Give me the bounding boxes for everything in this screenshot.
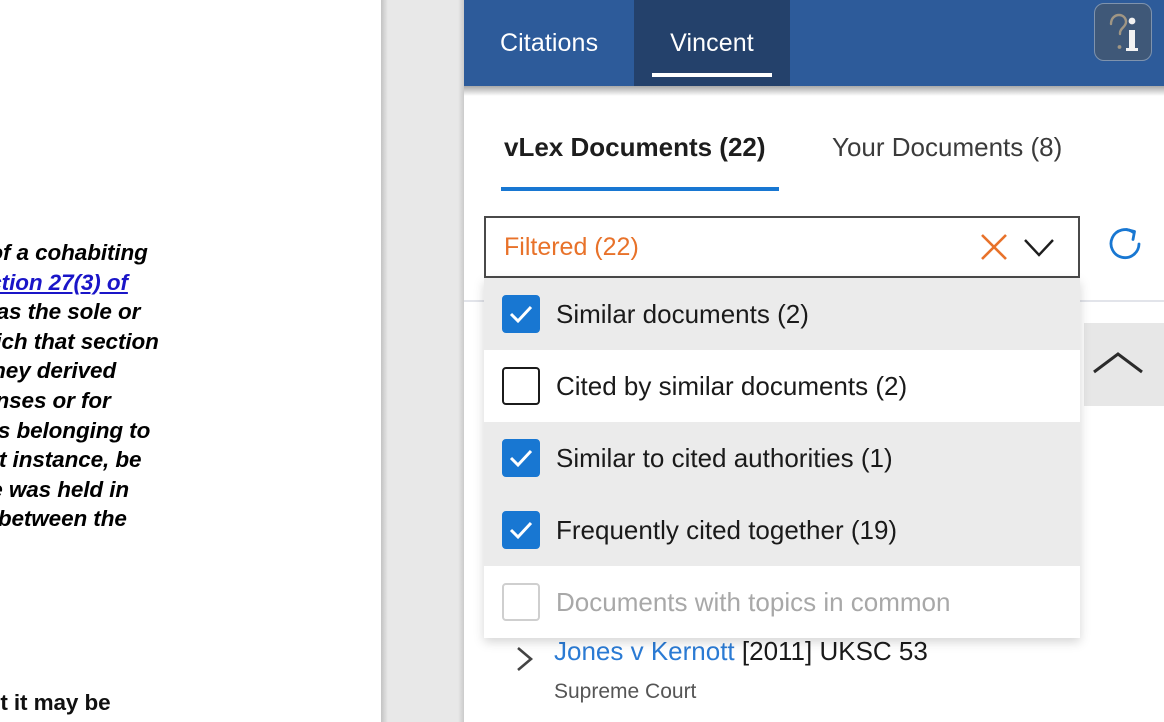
chevron-right-icon[interactable] <box>514 644 536 674</box>
tab-citations-label: Citations <box>500 28 599 57</box>
checkbox-checked-icon[interactable] <box>502 439 540 477</box>
filter-label: Filtered (22) <box>504 233 639 261</box>
dropdown-option-documents-with-topics-in-common: Documents with topics in common <box>484 566 1080 638</box>
dropdown-option-similar-to-cited-authorities[interactable]: Similar to cited authorities (1) <box>484 422 1080 494</box>
dropdown-option-label: Similar documents (2) <box>556 298 809 329</box>
tab-vincent[interactable]: Vincent <box>634 0 790 86</box>
filter-select[interactable]: Filtered (22) <box>484 216 1080 278</box>
collapse-card <box>1084 323 1164 406</box>
document-paragraph: e home of a cohabiting ates. Section 27(… <box>0 238 375 534</box>
doc-line-4: l rule which that section <box>0 328 159 354</box>
doc-line-10: tinguish between the <box>0 506 127 532</box>
header-tabs: Citations Vincent <box>464 0 790 86</box>
doc-line-1: e home of a cohabiting <box>0 240 148 265</box>
tab-vincent-label: Vincent <box>670 28 754 57</box>
checkbox-checked-icon[interactable] <box>502 511 540 549</box>
close-icon[interactable] <box>978 231 1010 263</box>
app-root: e home of a cohabiting ates. Section 27(… <box>0 0 1164 722</box>
doc-line-3: abitants as the sole or <box>0 299 141 325</box>
result-court: Supreme Court <box>554 680 697 703</box>
sub-tab-underline <box>501 187 779 191</box>
dropdown-option-label: Documents with topics in common <box>556 586 951 617</box>
side-panel: Citations Vincent vLex Documents (22) Yo… <box>464 0 1164 722</box>
panel-header: Citations Vincent <box>464 0 1164 96</box>
refresh-icon[interactable] <box>1106 222 1148 266</box>
section-27-3-link[interactable]: Section 27(3) of <box>0 270 128 295</box>
dropdown-option-similar-documents[interactable]: Similar documents (2) <box>484 278 1080 350</box>
checkbox-unchecked-icon[interactable] <box>502 367 540 405</box>
doc-line-9: hat a title was held in <box>0 476 129 502</box>
document-paragraph-text: e home of a cohabiting ates. Section 27(… <box>0 238 375 534</box>
question-info-icon[interactable] <box>1094 3 1152 61</box>
sub-tabs: vLex Documents (22) Your Documents (8) <box>464 96 1164 196</box>
document-paragraph-two: inion. But it may be <box>0 690 111 715</box>
dropdown-option-label: Frequently cited together (19) <box>556 514 898 545</box>
tab-vlex-documents[interactable]: vLex Documents (22) <box>504 132 766 163</box>
filter-dropdown: Similar documents (2) Cited by similar d… <box>484 278 1080 638</box>
case-citation: [2011] UKSC 53 <box>734 636 928 666</box>
doc-line-6: old expenses or for <box>0 387 111 413</box>
dropdown-option-label: Similar to cited authorities (1) <box>556 442 893 473</box>
dropdown-option-label: Cited by similar documents (2) <box>556 370 908 401</box>
tab-citations[interactable]: Citations <box>464 0 634 86</box>
dropdown-option-cited-by-similar-documents[interactable]: Cited by similar documents (2) <box>484 350 1080 422</box>
doc-line-7: treated as belonging to <box>0 417 151 443</box>
tab-your-documents[interactable]: Your Documents (8) <box>832 132 1062 163</box>
chevron-up-icon[interactable] <box>1090 349 1146 379</box>
result-title: Jones v Kernott [2011] UKSC 53 <box>554 636 928 667</box>
document-pane: e home of a cohabiting ates. Section 27(… <box>0 0 381 722</box>
case-name-link[interactable]: Jones v Kernott <box>554 636 735 666</box>
active-tab-underline <box>652 73 772 77</box>
doc-line-5: rary, money derived <box>0 358 117 384</box>
dropdown-option-frequently-cited-together[interactable]: Frequently cited together (19) <box>484 494 1080 566</box>
pane-divider <box>381 0 464 722</box>
doc-line-8: n the first instance, be <box>0 447 142 473</box>
checkbox-disabled-icon <box>502 583 540 621</box>
chevron-down-icon[interactable] <box>1022 235 1056 261</box>
checkbox-checked-icon[interactable] <box>502 295 540 333</box>
